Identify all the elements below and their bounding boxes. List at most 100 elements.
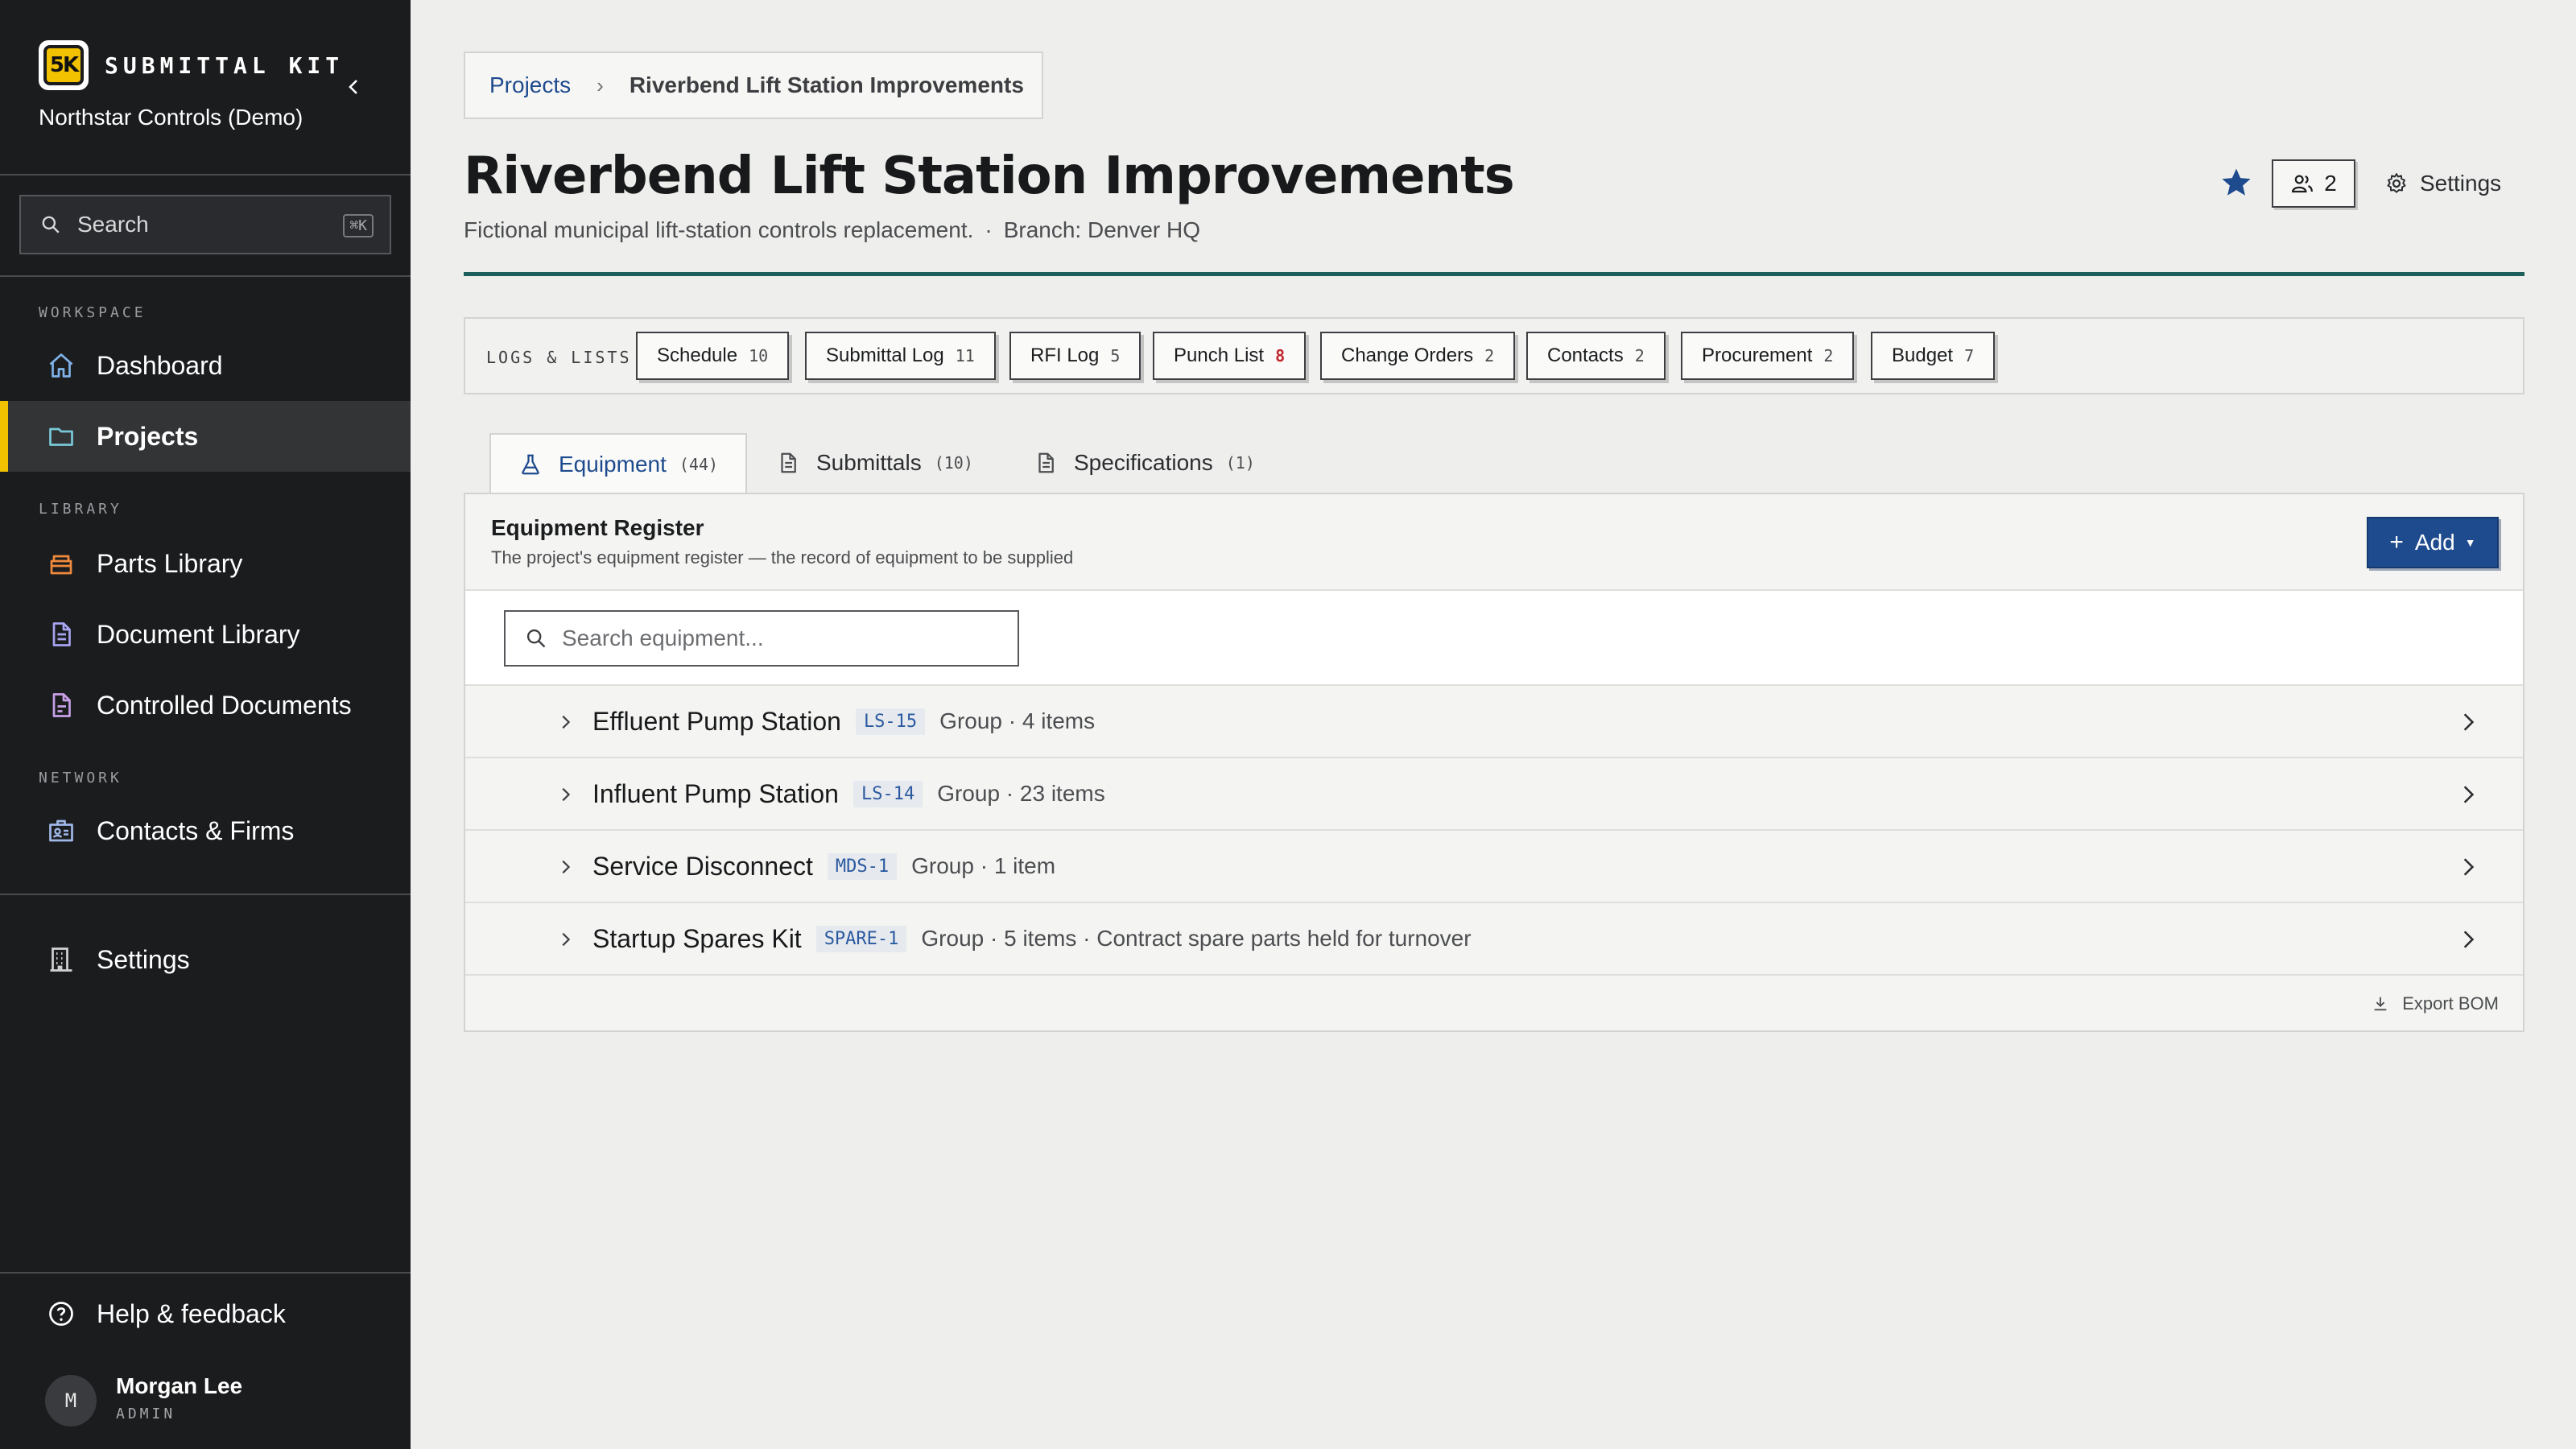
log-chip-rfi-log[interactable]: RFI Log 5 <box>1009 332 1141 380</box>
settings-label: Settings <box>2420 171 2502 196</box>
panel-header: Equipment Register The project's equipme… <box>465 494 2523 591</box>
document-icon <box>1034 451 1058 475</box>
chevron-right-icon[interactable] <box>551 925 580 954</box>
star-icon <box>2222 168 2251 196</box>
folder-icon <box>45 420 77 452</box>
chip-label: Punch List <box>1174 345 1265 366</box>
box-icon <box>45 547 77 580</box>
breadcrumb: Projects › Riverbend Lift Station Improv… <box>464 52 1043 119</box>
equipment-name: Effluent Pump Station <box>592 706 841 736</box>
building-icon <box>45 943 77 976</box>
log-chip-procurement[interactable]: Procurement 2 <box>1681 332 1855 380</box>
divider <box>0 275 411 277</box>
log-chip-submittal-log[interactable]: Submittal Log 11 <box>805 332 996 380</box>
equipment-search-area <box>465 591 2523 686</box>
chevron-right-icon[interactable] <box>2454 780 2483 809</box>
equipment-search-input[interactable] <box>562 625 1013 651</box>
chevron-right-icon[interactable] <box>2454 925 2483 954</box>
avatar[interactable]: M <box>45 1375 97 1426</box>
brand[interactable]: 5K SUBMITTAL KIT <box>39 40 344 90</box>
collapse-sidebar-button[interactable] <box>338 71 370 103</box>
divider <box>0 1272 411 1274</box>
equipment-row[interactable]: Startup Spares Kit SPARE-1 Group · 5 ite… <box>465 903 2523 976</box>
chip-label: Change Orders <box>1341 345 1474 366</box>
log-chip-schedule[interactable]: Schedule 10 <box>636 332 790 380</box>
equipment-tag: LS-15 <box>855 708 926 735</box>
nav-item-projects[interactable]: Projects <box>0 401 411 472</box>
nav-item-parts-library[interactable]: Parts Library <box>0 528 411 599</box>
chip-count: 11 <box>955 346 975 365</box>
equipment-tag: MDS-1 <box>827 852 898 880</box>
log-chip-punch-list[interactable]: Punch List 8 <box>1153 332 1307 380</box>
search-label: Search <box>77 212 149 237</box>
equipment-tag: SPARE-1 <box>815 925 907 952</box>
equipment-name: Service Disconnect <box>592 851 813 881</box>
nav-item-dashboard[interactable]: Dashboard <box>0 330 411 401</box>
chevron-right-icon[interactable] <box>2454 708 2483 737</box>
download-icon <box>2374 997 2387 1011</box>
equipment-row[interactable]: Effluent Pump Station LS-15 Group · 4 it… <box>465 686 2523 758</box>
nav-item-contacts-firms[interactable]: Contacts & Firms <box>0 795 411 866</box>
help-icon <box>45 1298 77 1330</box>
project-settings-button[interactable]: Settings <box>2384 159 2501 208</box>
tab-label: Equipment <box>559 452 667 477</box>
nav-item-settings[interactable]: Settings <box>0 924 411 995</box>
chevron-right-icon[interactable] <box>551 780 580 809</box>
chip-count: 2 <box>1634 346 1645 365</box>
nav-label: Dashboard <box>97 350 223 380</box>
document-icon <box>776 451 800 475</box>
nav-item-controlled-documents[interactable]: Controlled Documents <box>0 670 411 741</box>
tab-equipment[interactable]: Equipment (44) <box>489 433 748 494</box>
tab-count: (1) <box>1225 453 1255 473</box>
sidebar: 5K SUBMITTAL KIT Northstar Controls (Dem… <box>0 0 411 1449</box>
add-button[interactable]: + Add ▼ <box>2367 517 2499 568</box>
star-button[interactable] <box>2219 165 2254 200</box>
nav-item-document-library[interactable]: Document Library <box>0 599 411 670</box>
nav-label: Controlled Documents <box>97 690 352 720</box>
chip-count: 2 <box>1823 346 1834 365</box>
nav-label: Help & feedback <box>97 1298 286 1328</box>
nav-label: Document Library <box>97 619 300 649</box>
equipment-meta: Group · 1 item <box>911 853 1056 878</box>
chevron-right-icon[interactable] <box>551 852 580 881</box>
section-library: LIBRARY <box>39 501 122 518</box>
contact-card-icon <box>45 815 77 847</box>
chevron-right-icon: › <box>597 72 604 97</box>
chevron-right-icon[interactable] <box>551 708 580 737</box>
chip-label: Contacts <box>1547 345 1624 366</box>
equipment-search[interactable] <box>504 610 1019 667</box>
log-chip-contacts[interactable]: Contacts 2 <box>1526 332 1666 380</box>
equipment-meta: Group · 23 items <box>937 781 1105 806</box>
org-name[interactable]: Northstar Controls (Demo) <box>39 105 303 130</box>
logs-lists-bar: LOGS & LISTS Schedule 10 Submittal Log 1… <box>464 317 2524 394</box>
tab-specifications[interactable]: Specifications (1) <box>1006 433 1282 493</box>
add-label: Add <box>2414 530 2455 555</box>
divider <box>0 174 411 175</box>
search-icon <box>42 216 60 233</box>
members-count: 2 <box>2324 171 2337 196</box>
chip-count: 7 <box>1964 346 1975 365</box>
controlled-document-icon <box>45 689 77 721</box>
log-chip-budget[interactable]: Budget 7 <box>1871 332 1996 380</box>
user-name[interactable]: Morgan Lee <box>116 1373 242 1399</box>
equipment-row[interactable]: Influent Pump Station LS-14 Group · 23 i… <box>465 758 2523 831</box>
chip-label: RFI Log <box>1030 345 1100 366</box>
log-chip-change-orders[interactable]: Change Orders 2 <box>1320 332 1516 380</box>
members-button[interactable]: 2 <box>2272 159 2355 208</box>
tab-count: (10) <box>934 453 973 473</box>
tab-submittals[interactable]: Submittals (10) <box>749 433 1001 493</box>
export-bom-button[interactable]: Export BOM <box>2372 993 2499 1014</box>
equipment-row[interactable]: Service Disconnect MDS-1 Group · 1 item <box>465 831 2523 903</box>
nav-label: Projects <box>97 421 199 451</box>
breadcrumb-current: Riverbend Lift Station Improvements <box>629 72 1024 97</box>
breadcrumb-projects-link[interactable]: Projects <box>489 72 571 98</box>
chevron-right-icon[interactable] <box>2454 852 2483 881</box>
chip-count-alert: 8 <box>1275 346 1286 365</box>
nav-item-help[interactable]: Help & feedback <box>0 1278 411 1349</box>
export-bom-label: Export BOM <box>2402 993 2499 1013</box>
global-search[interactable]: Search ⌘K <box>19 195 391 254</box>
project-branch: Branch: Denver HQ <box>1003 217 1201 242</box>
section-workspace: WORKSPACE <box>39 304 147 321</box>
search-shortcut: ⌘K <box>343 214 374 237</box>
chevron-left-icon <box>349 80 357 94</box>
